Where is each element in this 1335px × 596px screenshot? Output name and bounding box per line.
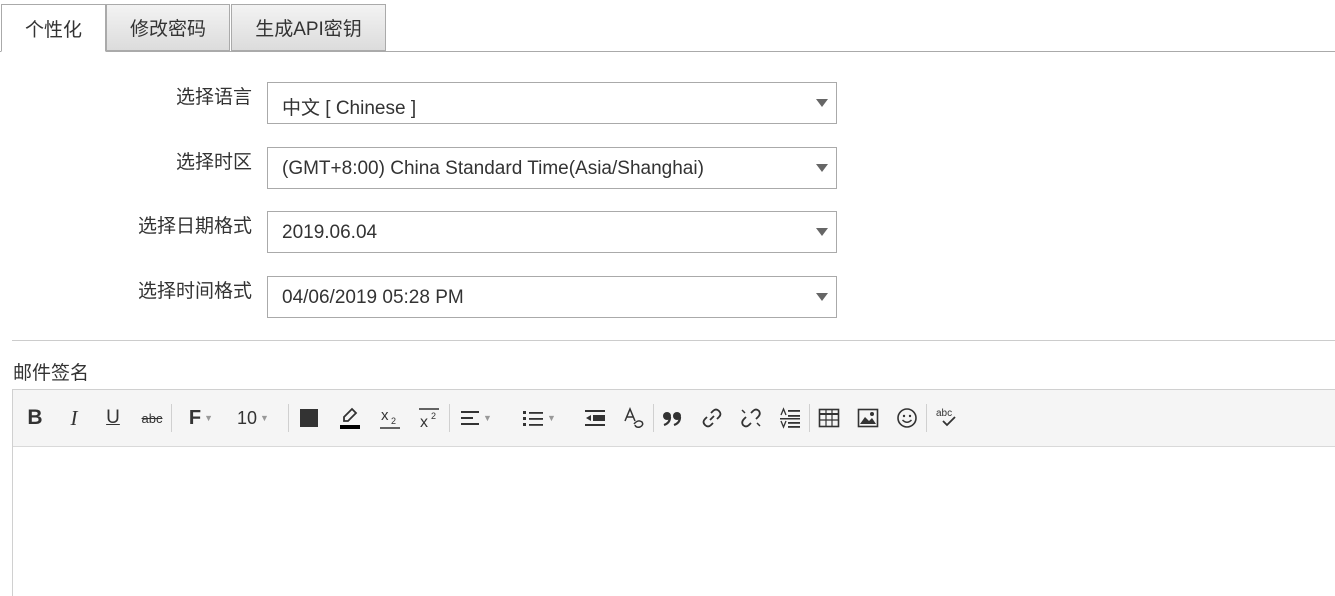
font-size-label: 10 <box>237 407 258 428</box>
quote-icon <box>663 412 682 427</box>
strikethrough-button[interactable]: abc <box>137 405 167 431</box>
date-format-value: 2019.06.04 <box>282 222 378 243</box>
subscript-mark: 2 <box>391 416 396 426</box>
spellcheck-label: abc <box>936 408 952 419</box>
toolbar-separator <box>171 404 172 432</box>
tab-change-password[interactable]: 修改密码 <box>106 4 230 51</box>
insert-table-button[interactable] <box>814 405 844 431</box>
clear-format-button[interactable] <box>619 405 649 431</box>
insert-emoji-button[interactable] <box>892 405 922 431</box>
underline-button[interactable]: U <box>98 405 128 431</box>
timezone-value: (GMT+8:00) China Standard Time(Asia/Shan… <box>282 158 704 179</box>
unlink-icon <box>741 408 761 428</box>
insert-link-button[interactable] <box>697 405 727 431</box>
tab-personalization[interactable]: 个性化 <box>1 4 106 52</box>
language-value: 中文 [ Chinese ] <box>282 98 417 119</box>
tab-generate-api-key[interactable]: 生成API密钥 <box>231 4 386 51</box>
outdent-button[interactable] <box>580 405 610 431</box>
spellcheck-icon: abc <box>936 408 956 427</box>
bullet-list-icon <box>523 411 544 426</box>
date-format-label: 选择日期格式 <box>137 216 252 237</box>
toolbar-separator <box>926 404 927 432</box>
font-size-dropdown[interactable]: 10 ▼ <box>231 405 275 431</box>
time-format-label: 选择时间格式 <box>137 281 252 302</box>
signature-content-area[interactable] <box>13 447 1335 596</box>
language-row: 选择语言 中文 [ Chinese ] <box>0 82 840 124</box>
font-family-dropdown[interactable]: F ▼ <box>183 405 219 431</box>
dropdown-caret-icon <box>816 164 828 172</box>
toolbar-separator <box>653 404 654 432</box>
align-left-icon <box>461 411 480 425</box>
text-color-icon <box>300 409 318 427</box>
tab-baseline <box>0 51 1335 52</box>
superscript-icon: x 2 <box>419 408 439 430</box>
section-divider <box>12 340 1335 341</box>
language-select[interactable]: 中文 [ Chinese ] <box>267 82 837 124</box>
unlink-button[interactable] <box>736 405 766 431</box>
highlighter-icon <box>340 407 360 429</box>
time-format-row: 选择时间格式 04/06/2019 05:28 PM <box>0 276 840 318</box>
spellcheck-button[interactable]: abc <box>931 405 961 431</box>
timezone-row: 选择时区 (GMT+8:00) China Standard Time(Asia… <box>0 147 840 189</box>
time-format-value: 04/06/2019 05:28 PM <box>282 287 464 308</box>
chevron-down-icon: ▼ <box>204 413 214 423</box>
subscript-icon: x 2 <box>380 407 400 429</box>
link-icon <box>702 408 722 428</box>
dropdown-caret-icon <box>816 228 828 236</box>
italic-button[interactable]: I <box>59 405 89 431</box>
dropdown-caret-icon <box>816 99 828 107</box>
date-format-select[interactable]: 2019.06.04 <box>267 211 837 253</box>
timezone-label: 选择时区 <box>175 152 252 173</box>
subscript-base: x <box>381 407 389 424</box>
list-dropdown[interactable]: ▼ <box>518 405 560 431</box>
date-format-row: 选择日期格式 2019.06.04 <box>0 211 840 253</box>
time-format-select[interactable]: 04/06/2019 05:28 PM <box>267 276 837 318</box>
font-family-label: F <box>188 406 202 429</box>
toolbar-separator <box>288 404 289 432</box>
text-color-button[interactable] <box>294 405 324 431</box>
dropdown-caret-icon <box>816 293 828 301</box>
clear-format-icon <box>624 407 644 428</box>
align-dropdown[interactable]: ▼ <box>455 405 497 431</box>
image-icon <box>857 408 879 428</box>
timezone-select[interactable]: (GMT+8:00) China Standard Time(Asia/Shan… <box>267 147 837 189</box>
superscript-mark: 2 <box>431 411 436 421</box>
chevron-down-icon: ▼ <box>260 413 269 423</box>
subscript-button[interactable]: x 2 <box>375 405 405 431</box>
insert-image-button[interactable] <box>853 405 883 431</box>
editor-toolbar: B I U abc F ▼ 10 ▼ x 2 x 2 ▼ ▼ abc <box>13 390 1335 447</box>
line-height-icon <box>780 407 800 429</box>
blockquote-button[interactable] <box>657 405 687 431</box>
outdent-icon <box>585 410 605 426</box>
line-height-button[interactable] <box>775 405 805 431</box>
smiley-icon <box>897 408 917 428</box>
tab-bar: 个性化 修改密码 生成API密钥 <box>0 0 1335 53</box>
superscript-base: x <box>420 414 428 430</box>
toolbar-separator <box>449 404 450 432</box>
superscript-button[interactable]: x 2 <box>414 405 444 431</box>
table-icon <box>818 408 840 428</box>
chevron-down-icon: ▼ <box>483 413 492 423</box>
chevron-down-icon: ▼ <box>547 413 556 423</box>
signature-editor: B I U abc F ▼ 10 ▼ x 2 x 2 ▼ ▼ abc <box>12 389 1335 596</box>
signature-label: 邮件签名 <box>13 363 90 384</box>
toolbar-separator <box>809 404 810 432</box>
highlight-color-button[interactable] <box>335 405 365 431</box>
bold-button[interactable]: B <box>20 405 50 431</box>
language-label: 选择语言 <box>175 87 252 108</box>
